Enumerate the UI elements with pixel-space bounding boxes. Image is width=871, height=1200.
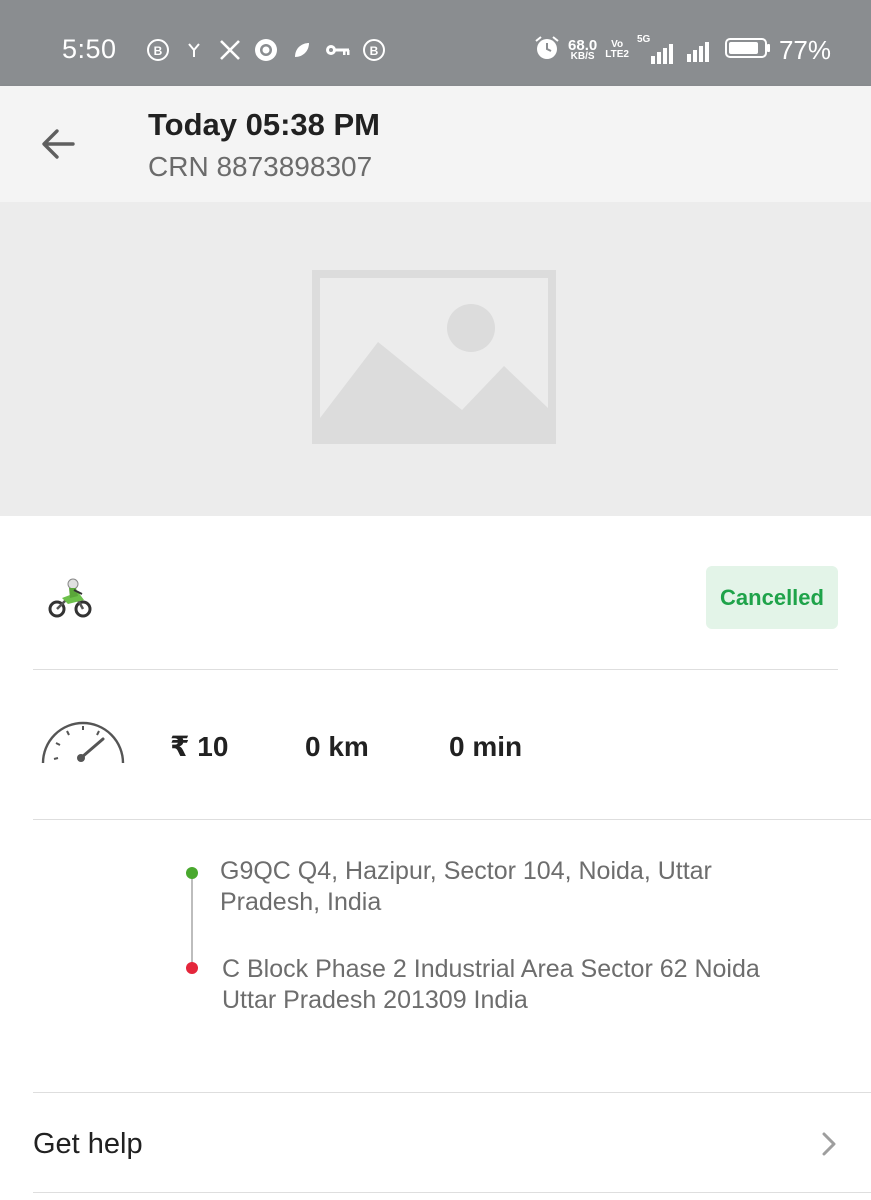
circle-app-icon	[248, 36, 284, 64]
alarm-icon	[534, 35, 560, 66]
battery-icon	[724, 37, 771, 64]
status-bar: 5:50 B B 68.0 KB/S Vo LTE2 5G 77%	[0, 0, 871, 86]
distance-value: 0 km	[305, 731, 369, 762]
chevron-right-icon	[822, 1132, 836, 1156]
status-time: 5:50	[62, 34, 117, 64]
get-help-label: Get help	[33, 1128, 143, 1160]
crn-number: CRN 8873898307	[148, 151, 373, 182]
ride-summary: Cancelled	[0, 516, 871, 670]
b-circle-icon: B	[356, 36, 392, 64]
signal-icon: 5G	[637, 34, 673, 64]
page-title: Today 05:38 PM	[148, 107, 381, 142]
route-details: G9QC Q4, Hazipur, Sector 104, Noida, Utt…	[0, 820, 871, 1092]
divider	[33, 669, 838, 670]
leaf-icon	[284, 36, 320, 64]
x-icon	[212, 36, 248, 64]
image-placeholder-icon	[312, 270, 556, 444]
route-map[interactable]	[0, 202, 871, 516]
drop-dot-icon	[186, 962, 198, 974]
signal-icon	[686, 38, 709, 62]
svg-text:B: B	[370, 44, 379, 58]
notification-icons: B B	[140, 36, 392, 64]
divider	[33, 1092, 871, 1093]
fare-value: ₹ 10	[170, 731, 229, 762]
network-speed: 68.0 KB/S	[568, 36, 598, 62]
arrow-left-icon	[39, 125, 77, 168]
drop-address: C Block Phase 2 Industrial Area Sector 6…	[222, 955, 760, 1014]
system-icons: 68.0 KB/S Vo LTE2 5G 77%	[534, 34, 831, 66]
volte-indicator: Vo LTE2	[605, 39, 629, 60]
pickup-address: G9QC Q4, Hazipur, Sector 104, Noida, Utt…	[220, 857, 712, 916]
duration-value: 0 min	[449, 731, 523, 762]
get-help-row[interactable]: Get help	[0, 1094, 871, 1194]
b-circle-icon: B	[140, 36, 176, 64]
svg-text:B: B	[154, 44, 163, 58]
battery-percent: 77%	[778, 35, 831, 65]
motorbike-icon	[48, 578, 92, 618]
back-button[interactable]	[34, 122, 82, 170]
status-badge: Cancelled	[706, 566, 838, 629]
key-icon	[320, 36, 356, 64]
app-bar: Today 05:38 PM CRN 8873898307	[0, 86, 871, 202]
divider	[33, 1192, 871, 1193]
pickup-dot-icon	[186, 867, 198, 879]
notification-icon	[176, 36, 212, 64]
ride-stats: ₹ 10 0 km 0 min	[0, 671, 871, 819]
speedometer-icon	[41, 721, 125, 764]
route-connector	[191, 874, 193, 968]
